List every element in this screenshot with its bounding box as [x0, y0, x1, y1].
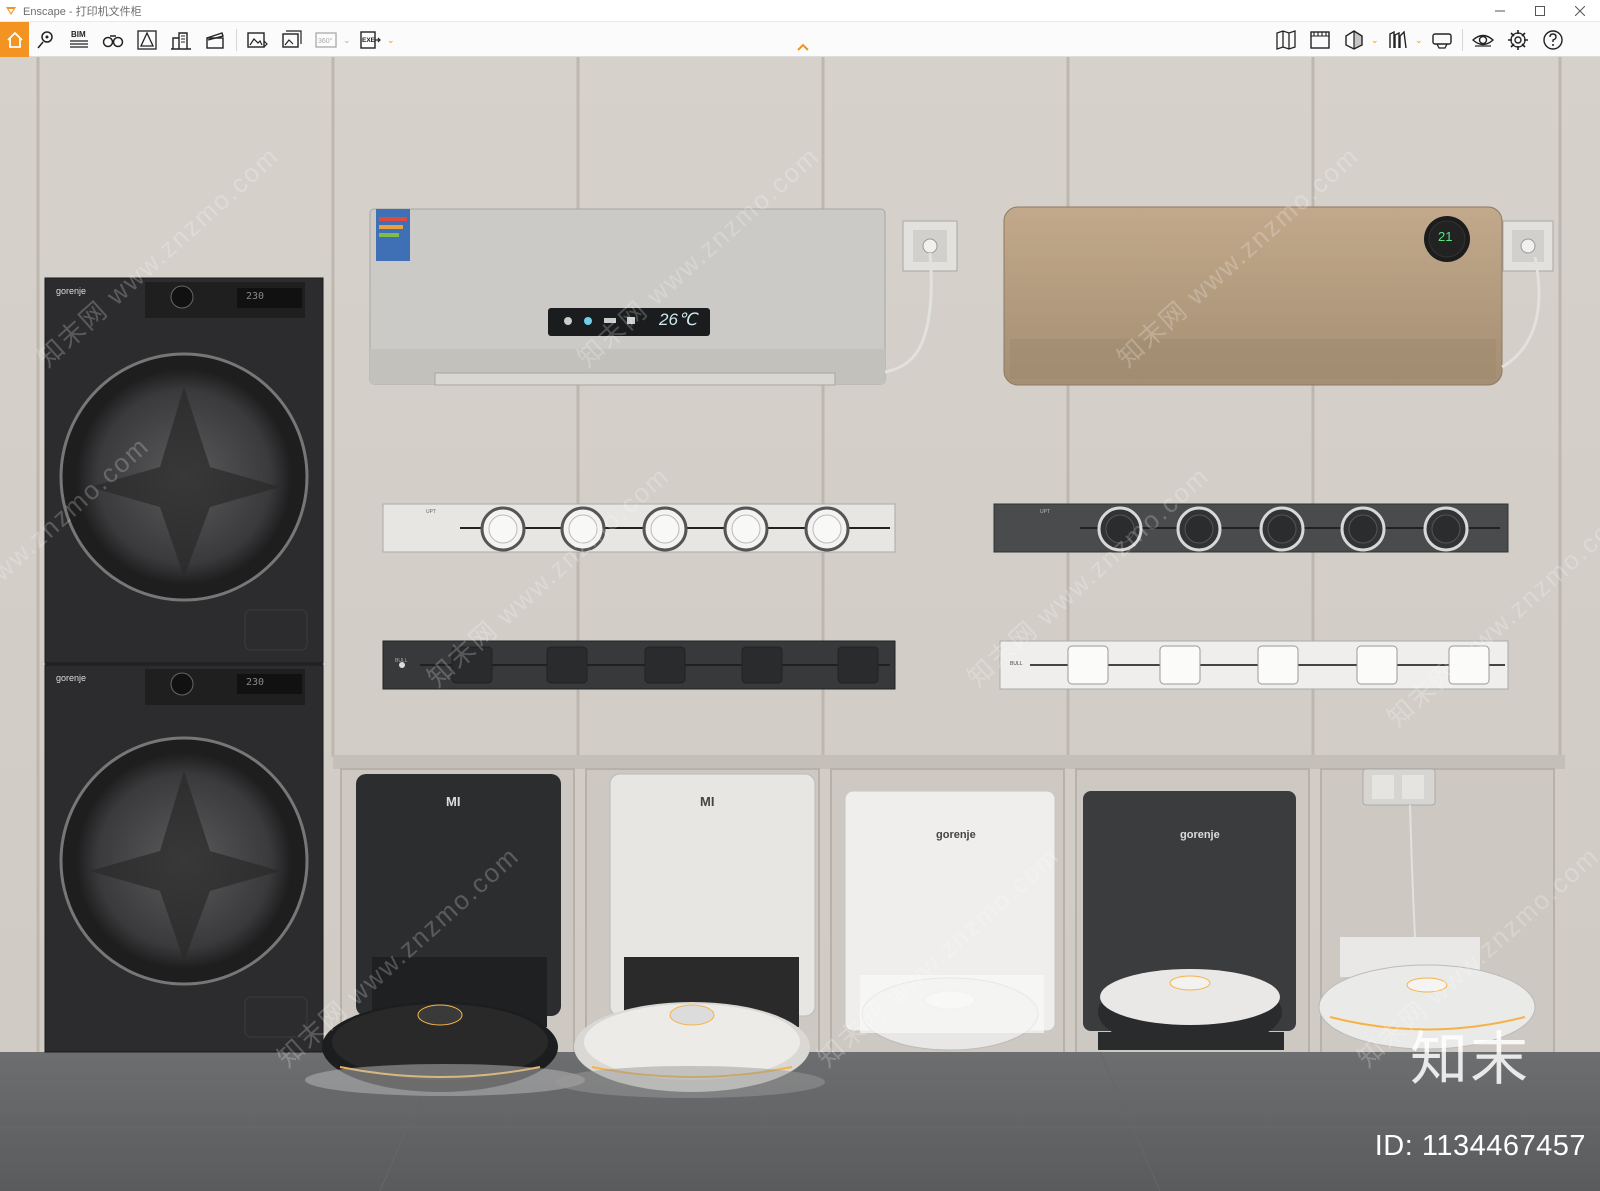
robot-dock-brand: MI: [700, 794, 715, 809]
map-icon: [1276, 30, 1296, 50]
socket-brand-label: BULL: [395, 658, 408, 664]
buildings-icon: [171, 32, 191, 50]
help-icon: [1543, 30, 1563, 50]
export-exe-icon: EXE: [360, 31, 381, 49]
panorama-label: 360°: [318, 37, 333, 45]
perspective-icon: [137, 30, 157, 50]
batch-render-button[interactable]: [279, 27, 305, 53]
vr-headset-button[interactable]: [1429, 27, 1455, 53]
asset-library-button[interactable]: [1385, 27, 1411, 53]
asset-id-watermark: ID: 1134467457: [1374, 1130, 1586, 1162]
socket-track-dark-1: [993, 503, 1509, 553]
ac-tan-temperature-display: 21: [1438, 229, 1453, 244]
bim-button[interactable]: BIM: [66, 27, 92, 53]
panorama-button[interactable]: 360°: [313, 27, 339, 53]
enscape-logo-icon: [6, 6, 16, 15]
render-image-icon: [247, 32, 268, 48]
socket-brand-label: UPT: [1040, 509, 1050, 515]
home-icon: [6, 31, 23, 48]
video-editor-icon: [1310, 31, 1330, 49]
clapperboard-button[interactable]: [202, 27, 228, 53]
vr-headset-icon: [1432, 33, 1452, 49]
maximize-icon: [1535, 6, 1545, 16]
minimize-button[interactable]: [1480, 0, 1520, 22]
export-dropdown-caret-icon[interactable]: ⌄: [387, 36, 395, 45]
visibility-button[interactable]: [1470, 27, 1496, 53]
home-button[interactable]: [0, 22, 29, 57]
clapperboard-icon: [206, 32, 224, 49]
title-separator: -: [65, 5, 76, 18]
ac-temperature-display: 26℃: [659, 310, 698, 329]
asset-library-icon: [1389, 30, 1407, 49]
bim-icon: BIM: [70, 30, 88, 48]
washer-display-top: 230: [246, 291, 265, 302]
title-bar: Enscape - 打印机文件柜: [0, 0, 1600, 22]
robot-dock-brand: gorenje: [936, 829, 976, 841]
robot-dock-brand: gorenje: [1180, 829, 1220, 841]
export-exe-button[interactable]: EXE: [357, 27, 383, 53]
site-watermark-logo: 知末: [1409, 1025, 1530, 1093]
bim-label: BIM: [71, 30, 86, 39]
washer-brand-top: gorenje: [56, 286, 87, 296]
main-toolbar: BIM 360° ⌄ EXE ⌄ ⌄ ⌄: [0, 22, 1600, 57]
minimize-icon: [1495, 10, 1505, 12]
washer-display-bottom: 230: [246, 677, 265, 688]
washer-dryer-stack: [44, 277, 324, 1053]
toolbar-separator: [236, 29, 237, 51]
binoculars-button[interactable]: [100, 27, 126, 53]
buildings-button[interactable]: [168, 27, 194, 53]
window-title: Enscape - 打印机文件柜: [23, 3, 142, 19]
shape-button[interactable]: [1341, 27, 1367, 53]
collapse-toolbar-arrow-icon[interactable]: [795, 41, 811, 53]
scene-render: [0, 57, 1600, 1191]
location-pin-button[interactable]: [33, 27, 59, 53]
batch-render-icon: [282, 30, 302, 48]
app-name: Enscape: [23, 5, 66, 18]
panorama-360-icon: 360°: [315, 32, 337, 48]
document-name: 打印机文件柜: [75, 5, 142, 18]
perspective-button[interactable]: [134, 27, 160, 53]
maximize-button[interactable]: [1520, 0, 1560, 22]
video-editor-button[interactable]: [1307, 27, 1333, 53]
panorama-dropdown-caret-icon[interactable]: ⌄: [343, 36, 351, 45]
close-icon: [1575, 6, 1585, 16]
close-button[interactable]: [1560, 0, 1600, 22]
map-button[interactable]: [1273, 27, 1299, 53]
settings-icon: [1508, 30, 1528, 50]
washer-brand-bottom: gorenje: [56, 673, 87, 683]
visibility-icon: [1472, 34, 1494, 47]
binoculars-icon: [102, 35, 124, 48]
exe-label: EXE: [362, 37, 376, 44]
shape-dropdown-caret-icon[interactable]: ⌄: [1371, 36, 1379, 45]
socket-brand-label: UPT: [426, 509, 436, 515]
help-button[interactable]: [1540, 27, 1566, 53]
settings-button[interactable]: [1505, 27, 1531, 53]
render-viewport[interactable]: gorenje gorenje 230 230 26℃ 21 UPT UPT B…: [0, 57, 1600, 1191]
robot-dock-brand: MI: [446, 794, 461, 809]
render-image-button[interactable]: [244, 27, 270, 53]
asset-dropdown-caret-icon[interactable]: ⌄: [1415, 36, 1423, 45]
toolbar-separator: [1462, 29, 1463, 51]
location-pin-icon: [37, 31, 53, 49]
shape-icon: [1345, 30, 1363, 50]
